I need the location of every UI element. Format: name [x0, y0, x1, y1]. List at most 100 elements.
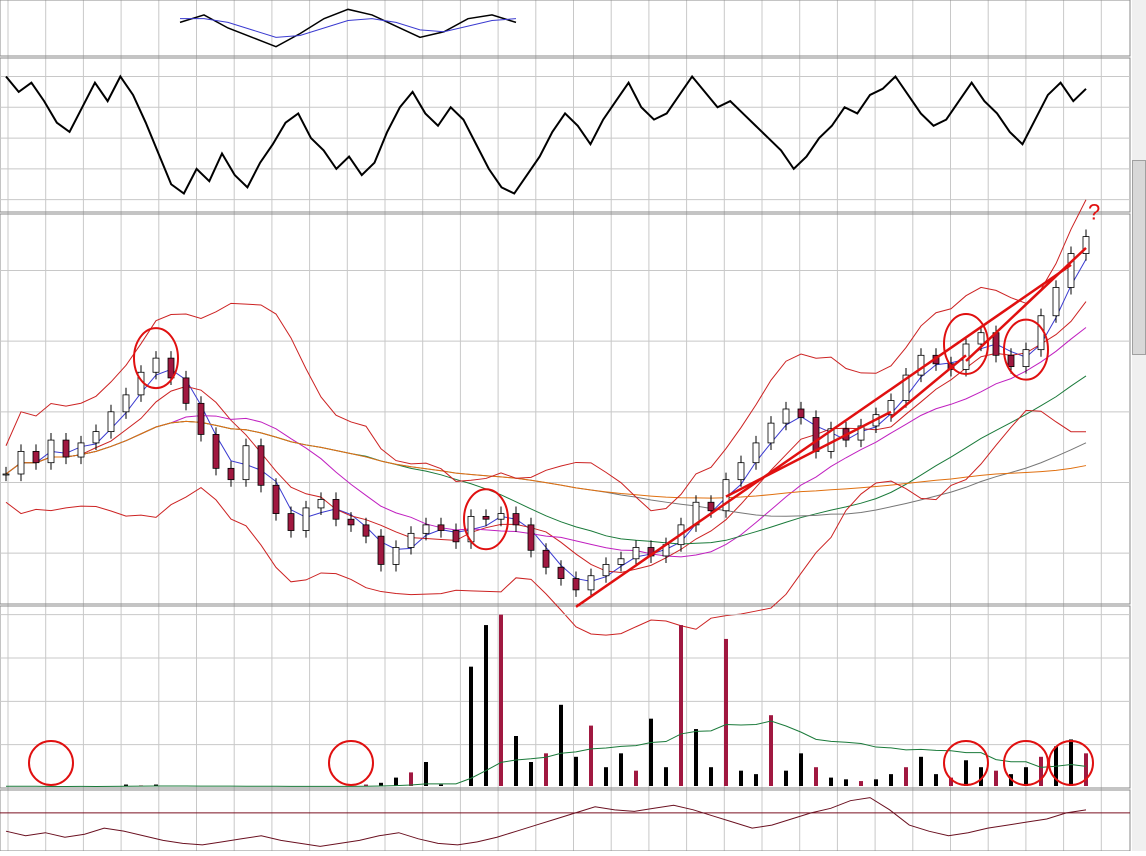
price-candle-body [317, 499, 325, 509]
volume-bar [799, 753, 803, 786]
price-candle-body [377, 535, 385, 565]
price-candle-body [287, 513, 295, 531]
volume-bar [619, 753, 623, 786]
price-candle-body [407, 532, 415, 548]
trend-line-0 [575, 263, 1072, 608]
volume-annotation-circle-1 [328, 740, 374, 786]
price-candle-body [362, 524, 370, 537]
volume-bar [994, 770, 998, 786]
price-candle-body [1052, 287, 1060, 317]
price-candle-body [632, 547, 640, 560]
price-candle-body [917, 354, 925, 376]
price-overlay-line-0 [5, 258, 1087, 582]
volume-bar [499, 614, 503, 786]
price-candle-body [257, 445, 265, 486]
volume-bar [739, 770, 743, 786]
price-overlay-line-5 [5, 420, 1087, 499]
volume-bar [769, 715, 773, 786]
price-candle-body [2, 473, 10, 476]
price-candle-body [782, 408, 790, 424]
volume-bar [829, 777, 833, 786]
price-candle-body [62, 439, 70, 458]
volume-bar [484, 625, 488, 786]
price-candle-body [167, 357, 175, 379]
volume-annotation-circle-0 [28, 740, 74, 786]
price-candle-body [392, 547, 400, 565]
volume-bar [709, 767, 713, 786]
volume-bar [379, 782, 383, 786]
scrollbar-track[interactable] [1132, 0, 1146, 851]
price-candle-body [77, 442, 85, 458]
panel-frame-momentum [0, 57, 1131, 213]
price-candle-body [272, 484, 280, 514]
volume-bar [844, 779, 848, 786]
volume-bar [874, 779, 878, 786]
volume-bar [1024, 767, 1028, 786]
price-candle-body [767, 422, 775, 444]
price-candle-body [812, 417, 820, 452]
price-candle-body [437, 524, 445, 531]
volume-bar [814, 767, 818, 786]
price-candle-body [797, 408, 805, 418]
price-candle-body [527, 524, 535, 551]
price-candle-body [737, 462, 745, 481]
volume-bar [574, 756, 578, 786]
chart-canvas: -.5020100-10-2020.017.515.012.510.0?10.0… [0, 0, 1146, 852]
volume-bar [514, 736, 518, 786]
volume-bar [889, 774, 893, 786]
volume-bar [439, 784, 443, 786]
volume-bar [754, 774, 758, 786]
price-candle-body [587, 575, 595, 591]
price-candle-body [752, 442, 760, 464]
volume-bar [649, 718, 653, 786]
price-candle-body [602, 564, 610, 577]
price-candle-body [197, 402, 205, 435]
price-candle-body [182, 377, 190, 404]
price-candle-body [557, 566, 565, 579]
oscillator-line-0 [179, 8, 517, 48]
price-candle-body [707, 501, 715, 512]
volume-bar [589, 725, 593, 786]
volume-bar [664, 767, 668, 786]
volume-bar [424, 762, 428, 786]
volume-bar [634, 770, 638, 786]
volume-bar [964, 760, 968, 786]
volume-bar [469, 666, 473, 786]
volume-bar [679, 625, 683, 786]
price-candle-body [242, 445, 250, 481]
volume-bar [394, 777, 398, 786]
price-candle-body [617, 558, 625, 565]
price-candle-body [482, 515, 490, 520]
volume-bar [859, 781, 863, 786]
annotation-question-mark: ? [1088, 200, 1100, 225]
volume-bar [529, 762, 533, 786]
price-candle-body [302, 507, 310, 531]
price-candle-body [32, 450, 40, 464]
oscillator-line-1 [180, 18, 517, 38]
price-candle-body [572, 578, 580, 591]
price-candle-body [17, 450, 25, 475]
trend-line-1 [725, 410, 892, 498]
price-candle-body [512, 513, 520, 526]
panel-frame-rsi [0, 789, 1131, 852]
volume-bar [559, 704, 563, 786]
price-candle-body [212, 434, 220, 469]
volume-bar [544, 753, 548, 786]
scrollbar-thumb[interactable] [1132, 160, 1146, 355]
price-candle-body [107, 411, 115, 433]
price-candle-body [452, 530, 460, 543]
panel-frame-oscillator-top [0, 0, 1131, 57]
price-candle-body [977, 332, 985, 345]
stock-chart: -.5020100-10-2020.017.515.012.510.0?10.0… [0, 0, 1146, 852]
panel-frame-volume [0, 605, 1131, 789]
price-candle-body [92, 431, 100, 444]
price-candle-body [1022, 349, 1030, 368]
volume-bar [784, 770, 788, 786]
volume-bar [904, 767, 908, 786]
price-candle-body [227, 467, 235, 481]
volume-bar [694, 729, 698, 786]
volume-bar [919, 756, 923, 786]
price-candle-body [152, 357, 160, 373]
price-candle-body [332, 499, 340, 520]
price-candle-body [1007, 354, 1015, 368]
